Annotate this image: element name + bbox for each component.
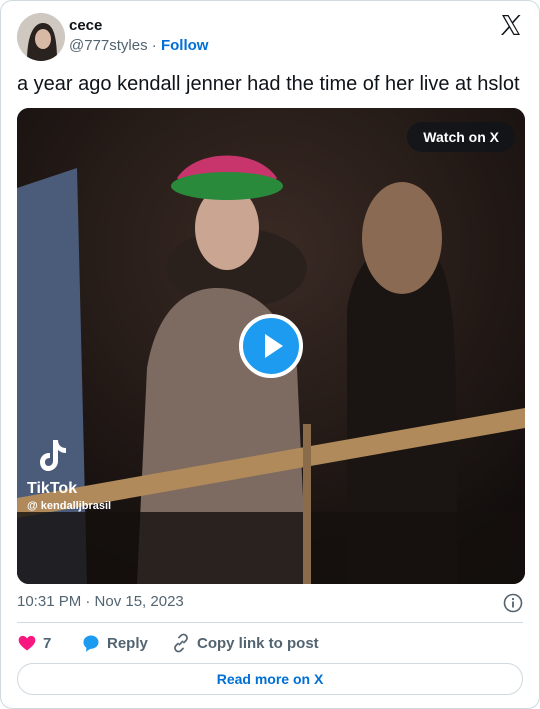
tiktok-icon xyxy=(40,440,66,471)
play-button[interactable] xyxy=(239,314,303,378)
follow-button[interactable]: Follow xyxy=(161,37,209,54)
reply-bubble-icon xyxy=(83,635,99,652)
link-icon xyxy=(174,633,188,653)
timestamp[interactable]: 10:31 PM · Nov 15, 2023 xyxy=(17,593,184,610)
tweet-text: a year ago kendall jenner had the time o… xyxy=(17,73,520,95)
reply-label: Reply xyxy=(107,634,148,652)
heart-icon xyxy=(18,635,36,651)
avatar[interactable] xyxy=(17,13,65,61)
timestamp-row: 10:31 PM · Nov 15, 2023 xyxy=(17,593,523,613)
author-handle[interactable]: @777styles xyxy=(69,37,148,54)
tiktok-brand: TikTok xyxy=(27,480,78,497)
like-count: 7 xyxy=(43,634,52,652)
like-button[interactable]: 7 xyxy=(17,631,51,655)
video-media[interactable]: Watch on X TikTok @ kendalljbrasil xyxy=(17,108,525,584)
copy-link-label: Copy link to post xyxy=(197,634,319,652)
x-logo-icon[interactable] xyxy=(499,13,523,37)
read-more-button[interactable]: Read more on X xyxy=(17,663,523,695)
action-bar: 7 Reply Copy link to post xyxy=(17,631,523,655)
copy-link-button[interactable]: Copy link to post xyxy=(171,631,319,655)
tiktok-username: @ kendalljbrasil xyxy=(27,500,112,512)
divider xyxy=(17,622,523,623)
handle-row: @777styles · Follow xyxy=(69,37,208,54)
author-name[interactable]: cece xyxy=(69,17,102,34)
play-icon xyxy=(265,334,283,358)
reply-button[interactable]: Reply xyxy=(81,631,148,655)
separator: · xyxy=(151,37,157,54)
tweet-card: cece @777styles · Follow a year ago kend… xyxy=(0,0,540,709)
tweet-header: cece @777styles · Follow xyxy=(17,13,523,61)
watch-on-x-button[interactable]: Watch on X xyxy=(407,122,515,152)
avatar-image xyxy=(17,13,65,61)
info-icon[interactable] xyxy=(503,593,523,613)
